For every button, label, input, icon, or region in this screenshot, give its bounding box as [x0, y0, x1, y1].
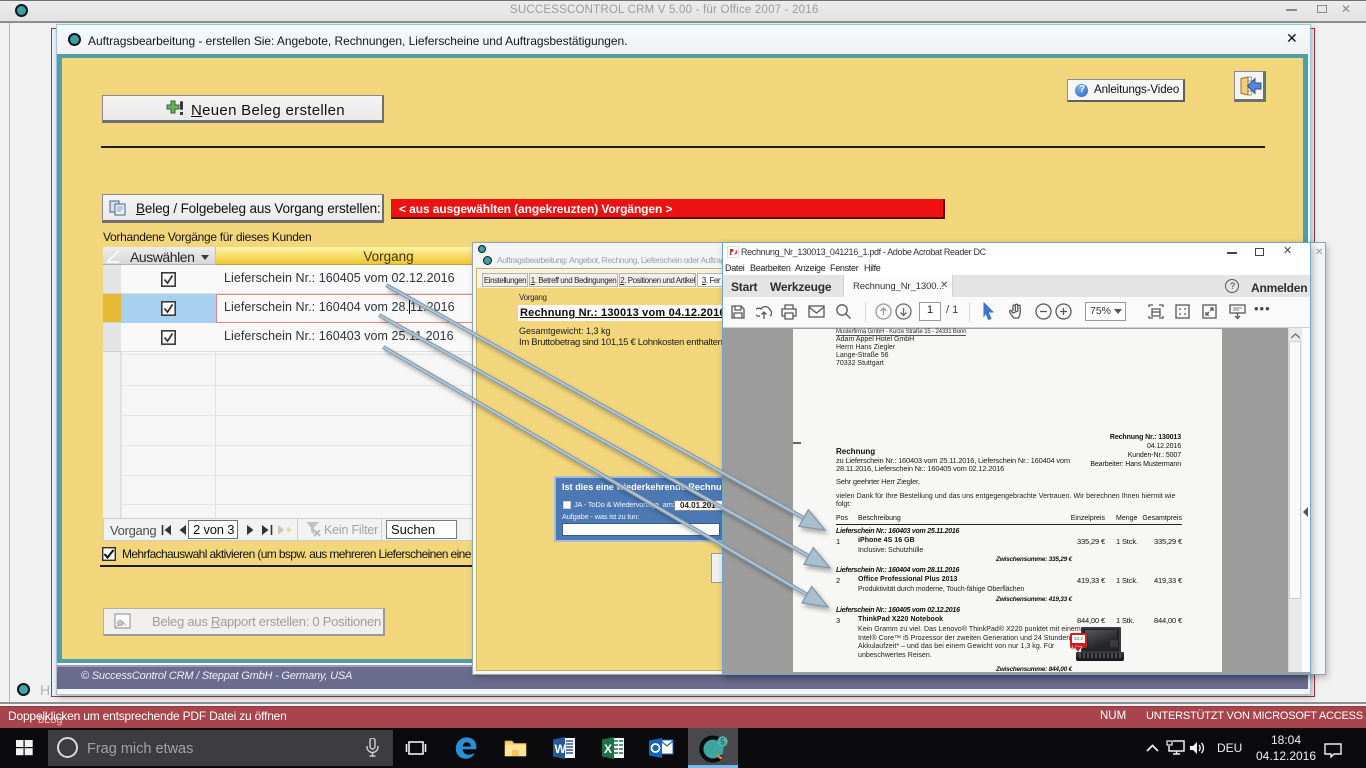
- svg-text:5: 5: [720, 738, 725, 747]
- svg-text:X: X: [604, 742, 612, 756]
- svg-text:W: W: [555, 742, 567, 756]
